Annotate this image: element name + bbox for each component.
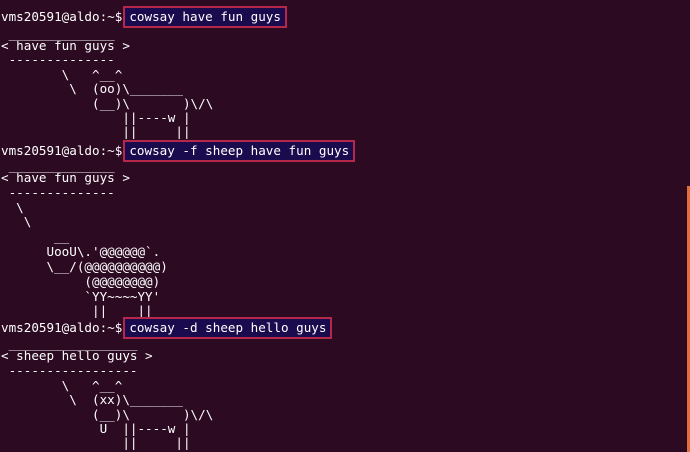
prompt: vms20591@aldo:~$ bbox=[1, 320, 123, 335]
prompt: vms20591@aldo:~$ bbox=[1, 9, 123, 24]
command-highlight: cowsay -f sheep have fun guys bbox=[123, 140, 356, 162]
output-line: UooU\.'@@@@@@`. bbox=[1, 244, 161, 259]
command-highlight: cowsay have fun guys bbox=[123, 6, 287, 28]
output-line: || || bbox=[1, 124, 191, 139]
output-line: \ (xx)\_______ bbox=[1, 392, 183, 407]
terminal-window[interactable]: vms20591@aldo:~$ cowsay have fun guys ___… bbox=[0, 0, 690, 452]
output-line: __ bbox=[1, 229, 70, 244]
command-text: cowsay have fun guys bbox=[129, 9, 281, 24]
command-text: cowsay -d sheep hello guys bbox=[129, 320, 327, 335]
prompt: vms20591@aldo:~$ bbox=[1, 143, 123, 158]
output-line: < sheep hello guys > bbox=[1, 348, 153, 363]
prompt-line-2: vms20591@aldo:~$ cowsay -f sheep have fun… bbox=[1, 140, 356, 162]
output-line: -------------- bbox=[1, 185, 115, 200]
output-line: (@@@@@@@@) bbox=[1, 274, 161, 289]
output-line: || || bbox=[1, 435, 191, 450]
prompt-line-1: vms20591@aldo:~$ cowsay have fun guys bbox=[1, 6, 287, 28]
output-line: ----------------- bbox=[1, 363, 138, 378]
command-text: cowsay -f sheep have fun guys bbox=[129, 143, 350, 158]
prompt-line-3: vms20591@aldo:~$ cowsay -d sheep hello gu… bbox=[1, 317, 333, 339]
output-line: || || bbox=[1, 303, 153, 318]
output-line: -------------- bbox=[1, 52, 115, 67]
output-line: \__/(@@@@@@@@@@) bbox=[1, 259, 168, 274]
command-highlight: cowsay -d sheep hello guys bbox=[123, 317, 333, 339]
output-line: \ bbox=[1, 214, 32, 229]
output-line: \ (oo)\_______ bbox=[1, 81, 183, 96]
output-line: < have fun guys > bbox=[1, 170, 130, 185]
